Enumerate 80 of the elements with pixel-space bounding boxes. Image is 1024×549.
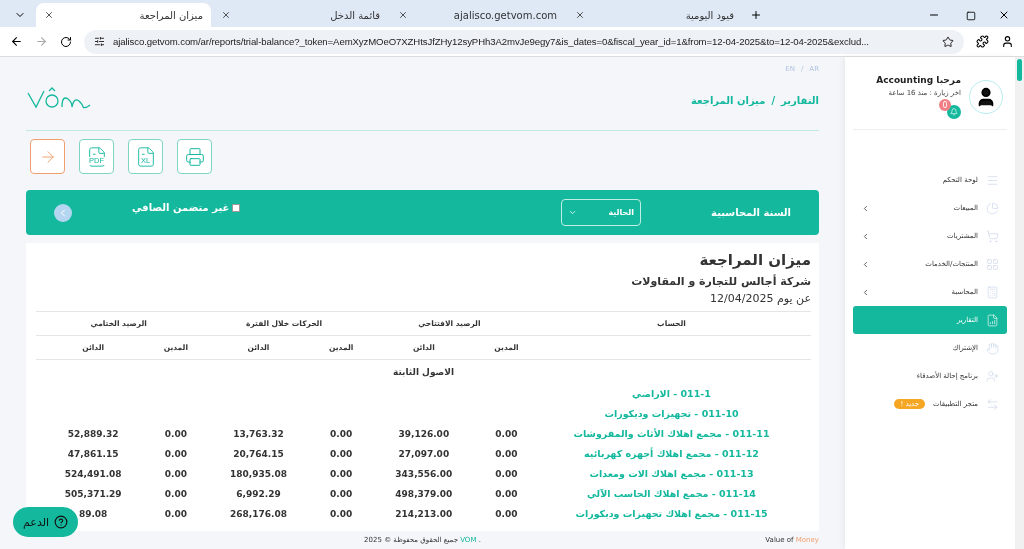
table-cell: 27,097.00 xyxy=(398,448,450,459)
table-cell: 0.00 xyxy=(495,508,518,519)
menu-icon xyxy=(986,173,999,187)
chevron-icon xyxy=(861,287,870,297)
table-cell: 0.00 xyxy=(330,448,353,459)
table-cell: 505,371.29 xyxy=(64,488,122,499)
close-icon[interactable] xyxy=(221,10,231,20)
table-cell: 0.00 xyxy=(330,508,353,519)
hand-icon xyxy=(986,341,999,355)
table-cell: 498,379.00 xyxy=(395,488,453,499)
table-cell: 0.00 xyxy=(330,488,353,499)
close-icon[interactable] xyxy=(575,10,585,20)
checkbox-label: غير متضمن الصافي xyxy=(132,202,230,213)
swap-arrows-icon xyxy=(986,397,999,411)
table-cell: 39,126.00 xyxy=(398,428,450,439)
table-cell: 20,764.15 xyxy=(233,448,284,459)
chevron-icon xyxy=(861,203,870,213)
printer-icon xyxy=(184,146,205,167)
pie-chart-icon xyxy=(986,201,999,215)
table-cell: 0.00 xyxy=(495,428,518,439)
close-icon[interactable] xyxy=(44,10,54,20)
table-cell: 0.00 xyxy=(164,468,187,479)
breadcrumb-separator: / xyxy=(771,95,776,106)
company-name: شركة أجالس للتجارة و المقاولات xyxy=(630,275,811,288)
extensions-icon[interactable] xyxy=(976,35,989,48)
greeting: مرحبا Accounting xyxy=(876,75,961,85)
cart-icon xyxy=(986,229,999,243)
address-field[interactable]: ajalisco.getvom.com/ar/reports/trial-balance?_token=AemXyzMOeO7XZHtsJfZHy12syPHh3A2mvJe9egy7&is_dates=0&fiscal_year_id=1&from=12-04-2025&to=12-04-2025&exclud... xyxy=(84,29,964,54)
table-cell: 0.00 xyxy=(164,428,187,439)
calculator-icon xyxy=(986,285,999,299)
reload-icon[interactable] xyxy=(60,35,72,48)
close-icon[interactable] xyxy=(998,9,1010,21)
user-add-icon xyxy=(986,369,999,383)
table-cell: 89.08 xyxy=(78,508,108,519)
table-cell: 0.00 xyxy=(164,508,187,519)
site-info-icon[interactable] xyxy=(94,36,105,47)
grid-icon xyxy=(986,257,999,271)
bookmark-icon[interactable] xyxy=(942,35,954,48)
browser-tab[interactable]: قيود اليومية xyxy=(567,3,742,27)
table-cell: 0.00 xyxy=(330,468,353,479)
table-cell: 180,935.08 xyxy=(230,468,287,479)
table-cell: 0.00 xyxy=(330,428,353,439)
profile-icon[interactable] xyxy=(1001,35,1014,48)
chevron-icon xyxy=(861,231,870,241)
notification-count: 0 xyxy=(939,99,951,111)
back-icon[interactable] xyxy=(10,35,23,48)
chevron-down-icon xyxy=(568,208,578,217)
table-cell: 0.00 xyxy=(495,468,518,479)
checkbox[interactable] xyxy=(232,203,241,212)
breadcrumb-current: ميزان المراجعة xyxy=(691,95,766,106)
browser-tab[interactable]: قائمة الدخل xyxy=(213,3,388,27)
table-cell: 524,491.08 xyxy=(64,468,122,479)
table-cell: 343,556.00 xyxy=(395,468,453,479)
help-icon xyxy=(54,515,69,529)
logo xyxy=(26,85,92,111)
fiscal-year-label: السنة المحاسبية xyxy=(711,207,791,218)
section-title: الاصول الثابتة xyxy=(36,359,811,384)
maximize-icon[interactable] xyxy=(966,11,976,21)
browser-tab[interactable]: ميزان المراجعة xyxy=(36,3,211,27)
chevron-icon xyxy=(861,259,870,269)
table-cell: 6,992.29 xyxy=(236,488,281,499)
report-title: ميزان المراجعة xyxy=(698,251,811,269)
bell-icon xyxy=(950,108,958,116)
scrollbar-thumb[interactable] xyxy=(1017,59,1022,81)
report-date: عن يوم 12/04/2025 xyxy=(709,292,811,305)
table-cell: 0.00 xyxy=(495,488,518,499)
close-icon[interactable] xyxy=(398,10,408,20)
support-button[interactable]: الدعم xyxy=(13,507,79,537)
table-cell: 13,763.32 xyxy=(233,428,284,439)
report-icon xyxy=(986,313,999,327)
table-cell: 0.00 xyxy=(164,448,187,459)
notification-button[interactable] xyxy=(947,105,961,119)
table-cell: 214,213.00 xyxy=(395,508,453,519)
new-tab-icon[interactable] xyxy=(750,9,762,21)
table-cell: 0.00 xyxy=(495,448,518,459)
browser-tab[interactable]: ajalisco.getvom.com xyxy=(390,3,565,27)
table-cell: 52,889.32 xyxy=(67,428,119,439)
table-cell: 268,176.08 xyxy=(230,508,287,519)
table-cell: 0.00 xyxy=(164,488,187,499)
table-cell: 47,861.15 xyxy=(67,448,119,459)
